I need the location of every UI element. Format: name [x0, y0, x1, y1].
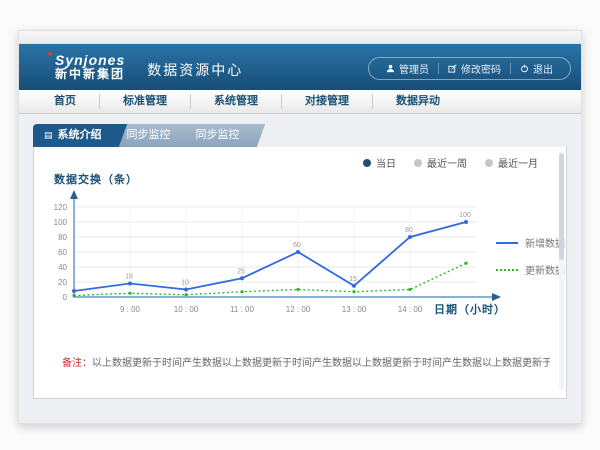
x-axis-title: 日期（小时） — [434, 302, 506, 316]
data-point-label: 15 — [349, 276, 357, 283]
x-tick-label: 10 : 00 — [174, 305, 199, 314]
x-tick-label: 11 : 00 — [230, 305, 254, 314]
tab-label: 系统介绍 — [58, 124, 102, 147]
data-point — [240, 290, 243, 293]
x-tick-label: 14 : 00 — [398, 305, 423, 314]
radio-dot-icon — [363, 159, 371, 167]
window-top-strip — [19, 31, 581, 44]
tab-2[interactable]: 同步监控 — [185, 124, 256, 147]
legend-line-sample — [496, 269, 518, 271]
x-axis-arrow-icon — [492, 293, 501, 301]
data-point — [240, 276, 244, 280]
content-panel: 当日最近一周最近一月 数据交换（条） 0204060801001209 : 00… — [33, 147, 567, 399]
nav-item-2[interactable]: 系统管理 — [191, 94, 282, 109]
app-window: Synjones 新中新集团 数据资源中心 管理员 修改密码 — [18, 30, 582, 424]
power-icon — [520, 64, 529, 73]
x-tick-label: 13 : 00 — [342, 305, 367, 314]
logout-label: 退出 — [533, 61, 553, 76]
nav-item-3[interactable]: 对接管理 — [282, 94, 373, 109]
radio-label: 最近一周 — [427, 155, 467, 170]
y-tick-label: 20 — [58, 278, 67, 287]
radio-label: 最近一月 — [498, 155, 538, 170]
x-tick-label: 12 : 00 — [286, 305, 311, 314]
tab-label: 同步监控 — [127, 124, 171, 147]
data-point-label: 18 — [125, 274, 133, 281]
y-tick-label: 80 — [58, 233, 67, 242]
user-controls: 管理员 修改密码 退出 — [368, 57, 571, 80]
edit-icon — [448, 64, 457, 73]
data-point-label: 10 — [181, 280, 189, 287]
y-axis-arrow-icon — [70, 190, 78, 199]
radio-dot-icon — [485, 159, 493, 167]
range-filter: 当日 最近一周 最近一月 — [363, 155, 538, 170]
footnote: 备注：以上数据更新于时间产生数据以上数据更新于时间产生数据以上数据更新于时间产生… — [62, 354, 550, 369]
panel-scrollbar[interactable] — [559, 153, 564, 390]
y-tick-label: 0 — [63, 293, 68, 302]
data-point — [464, 220, 468, 224]
data-point — [408, 288, 411, 291]
data-point-label: 80 — [405, 227, 413, 234]
legend-item-1: 更新数据 — [496, 262, 565, 277]
tab-bar: ▤ 系统介绍 同步监控 同步监控 — [19, 114, 581, 147]
footnote-prefix: 备注： — [62, 358, 92, 369]
chart-legend: 新增数据更新数据 — [496, 235, 565, 277]
data-point — [296, 288, 299, 291]
logout-button[interactable]: 退出 — [511, 61, 562, 76]
footnote-text: 以上数据更新于时间产生数据以上数据更新于时间产生数据以上数据更新于时间产生数据以… — [92, 358, 550, 369]
data-point — [352, 290, 355, 293]
app-header: Synjones 新中新集团 数据资源中心 管理员 修改密码 — [19, 44, 581, 90]
y-tick-label: 120 — [54, 203, 68, 212]
current-user-button[interactable]: 管理员 — [377, 61, 438, 76]
data-point — [408, 235, 412, 239]
y-tick-label: 100 — [54, 218, 68, 227]
radio-label: 当日 — [376, 155, 396, 170]
data-point — [184, 288, 188, 292]
document-icon: ▤ — [44, 131, 53, 140]
x-tick-label: 9 : 00 — [120, 305, 141, 314]
data-point-label: 25 — [237, 268, 245, 275]
tab-1[interactable]: 同步监控 — [116, 124, 187, 147]
line-chart: 0 20 40 60 80 100 120 9 : 00 10 : 00 11 : 00 12 : … — [44, 185, 544, 335]
legend-line-sample — [496, 242, 518, 244]
data-point — [464, 262, 467, 265]
legend-item-0: 新增数据 — [496, 235, 565, 250]
radio-dot-icon — [414, 159, 422, 167]
tab-label: 同步监控 — [196, 124, 240, 147]
radio-option-1[interactable]: 最近一周 — [414, 155, 467, 170]
data-point — [296, 250, 300, 254]
data-point — [352, 284, 356, 288]
data-point-label: 60 — [293, 242, 301, 249]
logo-red-dot-icon — [48, 52, 52, 56]
y-tick-label: 60 — [58, 248, 67, 257]
tab-0[interactable]: ▤ 系统介绍 — [33, 124, 118, 147]
change-password-label: 修改密码 — [461, 61, 501, 76]
scrollbar-thumb[interactable] — [559, 153, 564, 260]
content-area: ▤系统介绍同步监控同步监控 当日最近一周最近一月 数据交换（条） 0204060… — [19, 114, 581, 424]
radio-option-0[interactable]: 当日 — [363, 155, 396, 170]
nav-item-4[interactable]: 数据异动 — [373, 94, 463, 109]
change-password-button[interactable]: 修改密码 — [439, 61, 510, 76]
data-point — [128, 292, 131, 295]
logo-company-name: 新中新集团 — [55, 68, 125, 81]
user-icon — [386, 64, 395, 73]
logo: Synjones 新中新集团 — [55, 53, 125, 80]
data-point — [184, 293, 187, 296]
current-user-label: 管理员 — [399, 61, 429, 76]
logo-wordmark: Synjones — [55, 53, 125, 68]
data-point — [128, 282, 132, 286]
main-nav: 首页标准管理系统管理对接管理数据异动 — [19, 90, 581, 114]
data-point — [72, 289, 76, 293]
nav-item-1[interactable]: 标准管理 — [100, 94, 191, 109]
y-tick-label: 40 — [58, 263, 67, 272]
data-point — [72, 294, 75, 297]
radio-option-2[interactable]: 最近一月 — [485, 155, 538, 170]
nav-item-0[interactable]: 首页 — [31, 94, 100, 109]
data-point-label: 100 — [459, 212, 471, 219]
app-title: 数据资源中心 — [147, 54, 243, 80]
